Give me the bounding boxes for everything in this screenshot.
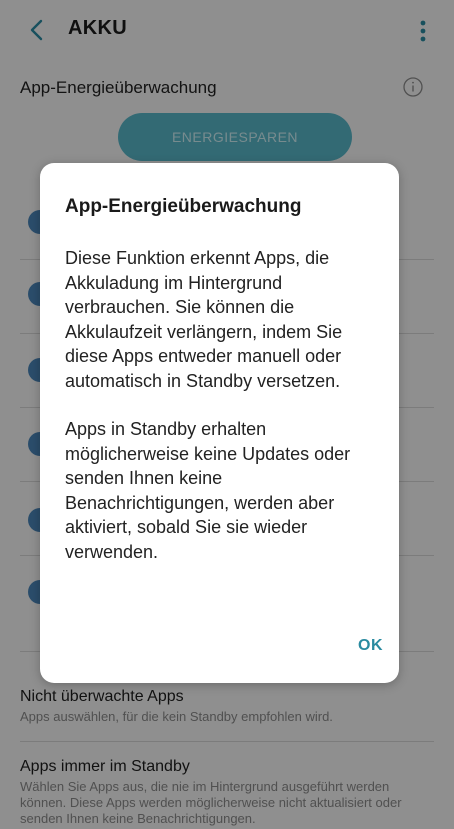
ok-button[interactable]: OK (358, 637, 383, 655)
dialog-paragraph: Apps in Standby erhalten möglicherweise … (65, 419, 351, 562)
dialog-title: App-Energieüberwachung (65, 196, 302, 217)
info-dialog: App-Energieüberwachung Diese Funktion er… (40, 163, 399, 683)
dialog-paragraph: Diese Funktion erkennt Apps, die Akkulad… (65, 248, 343, 391)
dialog-body: Diese Funktion erkennt Apps, die Akkulad… (65, 246, 385, 564)
screen: AKKU App-Energieüberwachung ENERGIESPARE… (0, 0, 454, 829)
